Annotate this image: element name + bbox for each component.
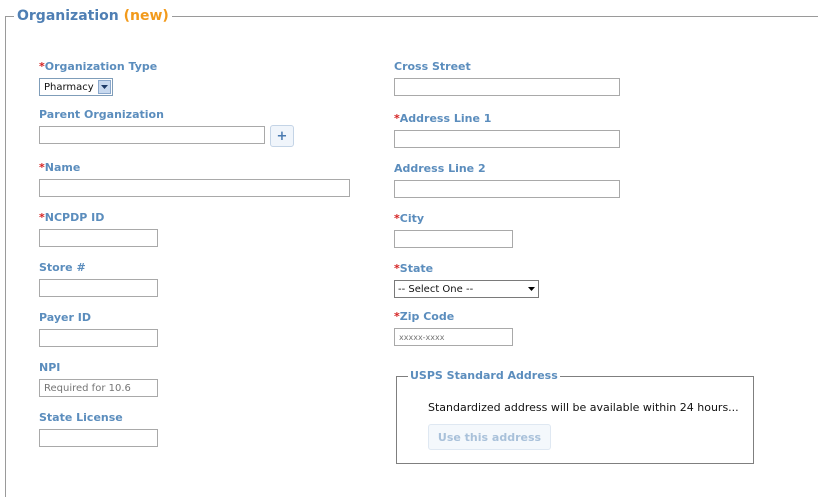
usps-fieldset: [396, 376, 754, 464]
org-type-label: *Organization Type: [39, 60, 158, 73]
name-input[interactable]: [39, 179, 350, 197]
new-badge: (new): [123, 8, 169, 24]
parent-org-input[interactable]: [39, 126, 265, 144]
parent-org-label: Parent Organization: [39, 108, 164, 121]
cross-street-input[interactable]: [394, 78, 620, 96]
address2-label: Address Line 2: [394, 162, 486, 175]
payer-input[interactable]: [39, 329, 158, 347]
state-license-label: State License: [39, 411, 123, 424]
form-title: Organization (new): [14, 8, 172, 24]
usps-message: Standardized address will be available w…: [428, 401, 739, 414]
payer-label: Payer ID: [39, 311, 91, 324]
state-select[interactable]: -- Select One --: [394, 280, 539, 298]
store-input[interactable]: [39, 279, 158, 297]
city-input[interactable]: [394, 230, 513, 248]
zip-input[interactable]: [394, 328, 513, 346]
ncpdp-input[interactable]: [39, 229, 158, 247]
use-this-address-button[interactable]: Use this address: [428, 424, 551, 450]
ncpdp-label: *NCPDP ID: [39, 211, 105, 224]
state-license-input[interactable]: [39, 429, 158, 447]
chevron-down-icon[interactable]: [97, 80, 111, 94]
zip-label: *Zip Code: [394, 310, 455, 323]
state-select-value: -- Select One --: [398, 283, 474, 295]
city-label: *City: [394, 212, 425, 225]
org-type-value: Pharmacy: [44, 81, 94, 93]
address1-label: *Address Line 1: [394, 112, 492, 125]
cross-street-label: Cross Street: [394, 60, 471, 73]
npi-label: NPI: [39, 361, 61, 374]
org-type-select[interactable]: Pharmacy: [39, 78, 113, 96]
form-title-text: Organization: [17, 8, 119, 24]
address1-input[interactable]: [394, 130, 620, 148]
usps-title: USPS Standard Address: [408, 369, 560, 382]
state-label: *State: [394, 262, 434, 275]
store-label: Store #: [39, 261, 86, 274]
npi-input[interactable]: [39, 379, 158, 397]
chevron-down-icon[interactable]: [524, 287, 538, 291]
add-parent-org-button[interactable]: +: [270, 125, 294, 147]
name-label: *Name: [39, 161, 81, 174]
address2-input[interactable]: [394, 180, 620, 198]
